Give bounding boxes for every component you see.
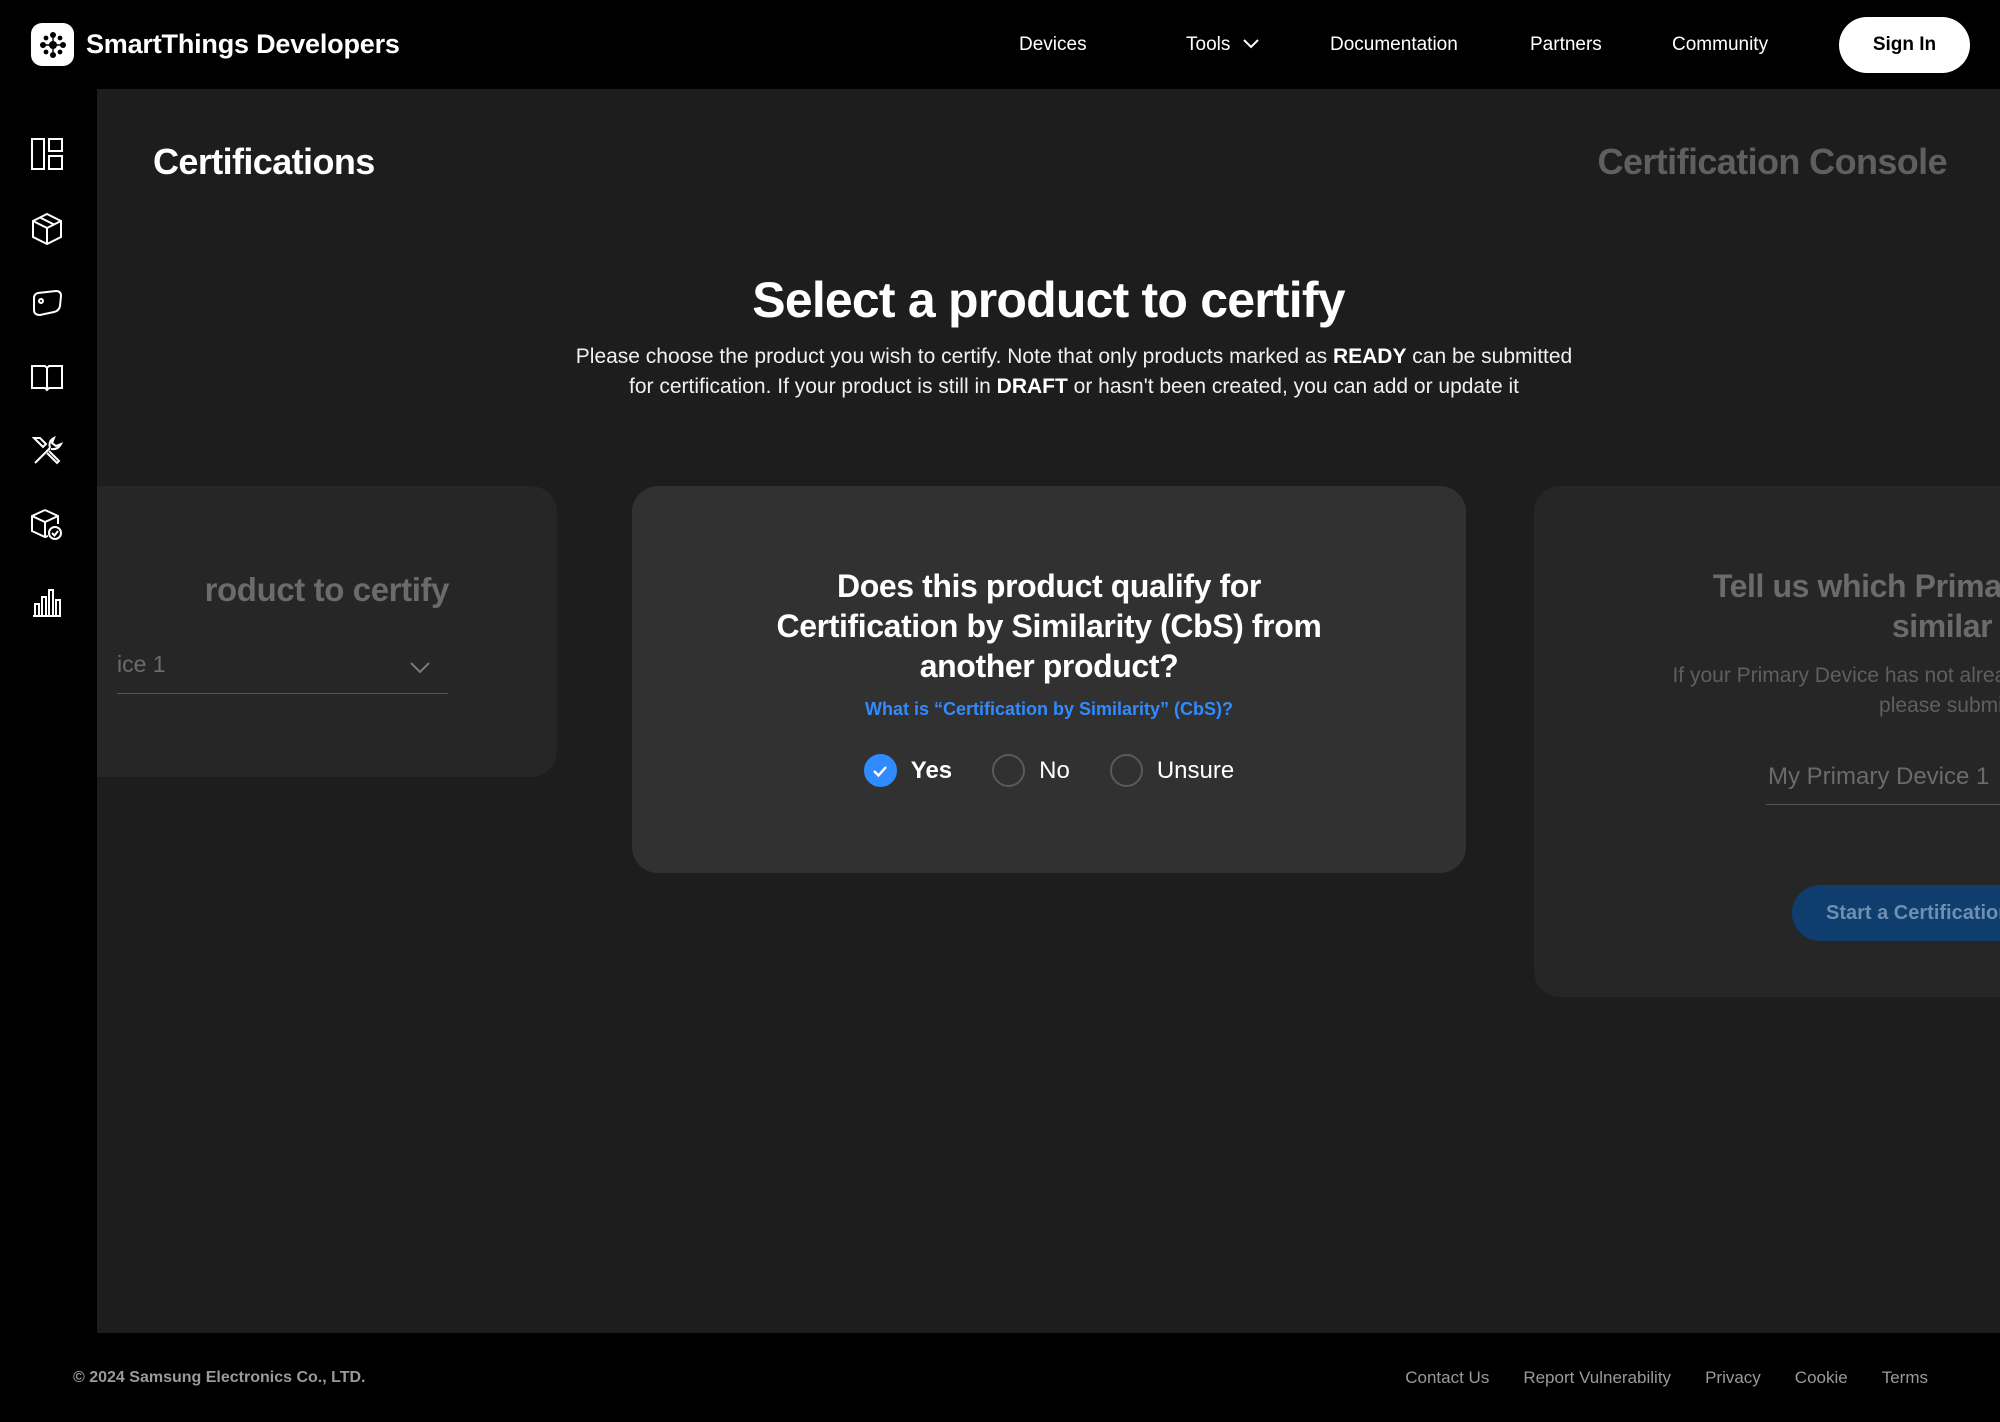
footer-links: Contact Us Report Vulnerability Privacy … <box>1405 1368 1928 1388</box>
chevron-down-icon <box>408 656 432 680</box>
dashboard-icon[interactable] <box>29 136 65 172</box>
cbs-question: Does this product qualify for Certificat… <box>776 568 1322 684</box>
certified-box-icon[interactable] <box>29 507 65 543</box>
tag-icon[interactable] <box>29 285 65 321</box>
main-content: Certifications Certification Console Sel… <box>97 89 2000 1333</box>
primary-device-heading: Tell us which Primary device is similar <box>1712 568 2000 644</box>
start-certification-button[interactable]: Start a Certification <box>1792 885 2000 941</box>
radio-unsure-label: Unsure <box>1156 756 1235 784</box>
analytics-icon[interactable] <box>29 583 65 619</box>
primary-device-value: My Primary Device 1 <box>1768 763 1990 790</box>
footer-link-contact[interactable]: Contact Us <box>1405 1368 1489 1388</box>
footer-link-cookie[interactable]: Cookie <box>1795 1368 1848 1388</box>
sign-in-button[interactable]: Sign In <box>1839 17 1970 73</box>
hero-description: Please choose the product you wish to ce… <box>574 342 1574 402</box>
footer: © 2024 Samsung Electronics Co., LTD. Con… <box>0 1333 2000 1422</box>
draft-keyword: DRAFT <box>996 375 1068 398</box>
cbs-radio-group: Yes No Unsure <box>632 754 1466 787</box>
top-navigation-bar: SmartThings Developers Devices Tools Doc… <box>0 0 2000 89</box>
ready-keyword: READY <box>1332 345 1407 368</box>
nav-devices[interactable]: Devices <box>1019 0 1087 89</box>
hero-desc-text-1: Please choose the product you wish to ce… <box>575 345 1333 368</box>
nav-tools-label: Tools <box>1186 33 1231 55</box>
smartthings-logo-icon <box>31 23 74 66</box>
sidebar <box>0 89 97 1333</box>
nav-community[interactable]: Community <box>1672 0 1768 89</box>
radio-no[interactable]: No <box>992 754 1070 787</box>
radio-circle-icon <box>1109 754 1143 787</box>
tools-icon[interactable] <box>29 433 65 469</box>
primary-device-description: If your Primary Device has not already r… <box>1672 664 2000 717</box>
hero-desc-text-3: or hasn't been created, you can add or u… <box>1067 375 1519 398</box>
select-product-heading: roduct to certify <box>204 571 450 608</box>
cbs-question-card: Does this product qualify for Certificat… <box>632 486 1466 873</box>
page-title: Certifications <box>153 141 375 182</box>
brand-name: SmartThings Developers <box>86 29 400 59</box>
nav-tools[interactable]: Tools <box>1186 0 1260 89</box>
radio-yes[interactable]: Yes <box>863 754 953 787</box>
cube-icon[interactable] <box>29 211 65 247</box>
footer-link-privacy[interactable]: Privacy <box>1705 1368 1761 1388</box>
product-select[interactable]: ice 1 <box>117 639 448 694</box>
hero-title: Select a product to certify <box>752 272 1345 328</box>
radio-yes-label: Yes <box>910 756 953 784</box>
cbs-info-link[interactable]: What is “Certification by Similarity” (C… <box>632 699 1466 720</box>
radio-circle-icon <box>992 754 1026 787</box>
copyright: © 2024 Samsung Electronics Co., LTD. <box>73 1369 366 1386</box>
book-icon[interactable] <box>29 359 65 395</box>
product-select-value: ice 1 <box>117 651 166 677</box>
radio-no-label: No <box>1039 756 1070 784</box>
select-product-card: roduct to certify ice 1 <box>97 486 557 777</box>
nav-documentation[interactable]: Documentation <box>1330 0 1458 89</box>
primary-device-select[interactable]: My Primary Device 1 <box>1766 749 2000 805</box>
footer-link-terms[interactable]: Terms <box>1882 1368 1928 1388</box>
nav-partners[interactable]: Partners <box>1530 0 1602 89</box>
brand[interactable]: SmartThings Developers <box>31 23 400 66</box>
footer-link-report-vulnerability[interactable]: Report Vulnerability <box>1523 1368 1671 1388</box>
chevron-down-icon <box>1242 34 1260 56</box>
primary-device-card: Tell us which Primary device is similar … <box>1534 486 2000 997</box>
certification-console-title: Certification Console <box>1597 141 1948 182</box>
checkmark-icon <box>863 754 897 787</box>
radio-unsure[interactable]: Unsure <box>1109 754 1235 787</box>
